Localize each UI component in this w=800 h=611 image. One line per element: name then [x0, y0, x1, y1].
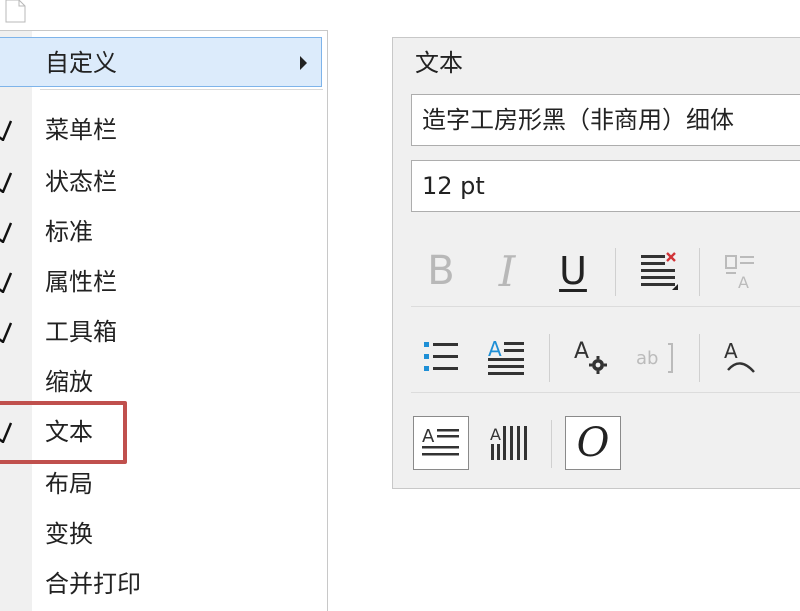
menu-item-label: 自定义 [45, 49, 117, 77]
menu-item-zoom[interactable]: 缩放 [0, 357, 326, 407]
menu-item-label: 缩放 [45, 368, 93, 396]
checkmark-icon [0, 120, 12, 141]
text-align-button[interactable] [631, 244, 687, 298]
menu-item-label: 变换 [45, 520, 93, 548]
columns-button[interactable]: A [481, 416, 537, 470]
italic-button[interactable]: I [479, 244, 535, 298]
checkmark-icon [0, 222, 12, 243]
svg-text:ab: ab [636, 348, 658, 369]
bullet-list-button[interactable] [413, 330, 469, 384]
menu-item-label: 工具箱 [45, 318, 117, 346]
menu-separator [40, 89, 323, 90]
paragraph-format-button[interactable]: A [413, 416, 469, 470]
svg-text:A: A [738, 273, 749, 292]
menu-item-toolbox[interactable]: 工具箱 [0, 307, 326, 357]
svg-text:A: A [490, 425, 501, 444]
menu-item-customize[interactable]: 自定义 [0, 37, 322, 87]
text-frame-button[interactable]: ab [629, 330, 685, 384]
menu-item-label: 标准 [45, 218, 93, 246]
toolbar-divider [549, 334, 550, 382]
menu-item-menubar[interactable]: 菜单栏 [0, 105, 326, 155]
text-path-icon: A [724, 339, 755, 373]
panel-title: 文本 [415, 49, 463, 77]
menu-item-transform[interactable]: 变换 [0, 509, 326, 559]
columns-icon: A [490, 425, 527, 460]
character-gear-icon: A [574, 339, 607, 374]
menu-item-label: 合并打印 [45, 570, 141, 598]
svg-text:A: A [724, 339, 738, 363]
underline-icon: U [559, 249, 587, 293]
text-docker-panel: 文本 造字工房形黑（非商用）细体 12 pt B I U A A A ab A … [392, 37, 800, 489]
svg-text:A: A [488, 337, 502, 361]
menu-item-propertybar[interactable]: 属性栏 [0, 257, 326, 307]
svg-text:A: A [574, 339, 589, 364]
svg-text:A: A [422, 426, 435, 447]
menu-item-layout[interactable]: 布局 [0, 459, 326, 509]
drop-cap-button[interactable]: A [715, 244, 771, 298]
drop-cap-icon: A [725, 255, 754, 292]
menu-item-label: 菜单栏 [45, 116, 117, 144]
underline-button[interactable]: U [545, 244, 601, 298]
toolbar-divider [699, 248, 700, 296]
font-family-dropdown[interactable]: 造字工房形黑（非商用）细体 [411, 94, 800, 146]
character-settings-button[interactable]: A [563, 330, 619, 384]
menu-item-label: 状态栏 [45, 168, 117, 196]
font-size-dropdown[interactable]: 12 pt [411, 160, 800, 212]
toolbar-row-divider [411, 306, 800, 307]
submenu-arrow-icon [300, 56, 307, 70]
toolbar-divider [551, 420, 552, 468]
annotation-highlight-box [0, 401, 127, 464]
align-lines-x-icon [641, 252, 678, 290]
italic-font-style-button[interactable]: O [565, 416, 621, 470]
checkmark-icon [0, 272, 12, 293]
menu-item-standard[interactable]: 标准 [0, 207, 326, 257]
toolbar-divider [699, 334, 700, 382]
toolbar-divider [615, 248, 616, 296]
checkmark-icon [0, 322, 12, 343]
bullet-list-icon [424, 342, 458, 371]
document-icon [5, 0, 26, 23]
drop-cap-style-icon: A [488, 337, 524, 375]
text-on-path-button[interactable]: A [713, 330, 769, 384]
bold-button[interactable]: B [413, 244, 469, 298]
italic-o-icon: O [576, 420, 610, 466]
bold-icon: B [427, 248, 455, 294]
ab-frame-icon: ab [636, 343, 673, 373]
menu-item-label: 属性栏 [45, 268, 117, 296]
paragraph-text-icon: A [422, 426, 459, 456]
italic-icon: I [498, 246, 516, 296]
context-menu: 自定义 菜单栏 状态栏 标准 属性栏 工具箱 缩放 文本 布局 变换 合并打印 [0, 30, 328, 611]
checkmark-icon [0, 172, 12, 193]
menu-item-label: 布局 [45, 470, 93, 498]
toolbar-row-divider [411, 392, 800, 393]
menu-item-statusbar[interactable]: 状态栏 [0, 157, 326, 207]
drop-cap-style-button[interactable]: A [479, 330, 535, 384]
menu-item-print-merge[interactable]: 合并打印 [0, 559, 326, 609]
